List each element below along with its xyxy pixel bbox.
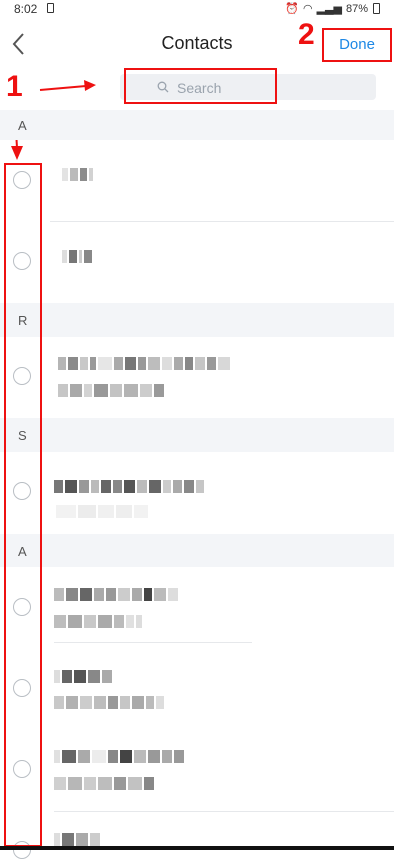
contact-name [54,588,180,601]
contact-detail [54,615,144,628]
contact-name [62,168,95,181]
contact-name [58,357,232,370]
contact-name [54,670,114,683]
status-time: 8:02 [14,2,38,16]
done-button[interactable]: Done [322,28,392,62]
annotation-number-2: 2 [298,18,315,51]
contact-name [62,250,94,263]
bottom-edge [0,846,394,850]
annotation-number-1: 1 [6,70,23,103]
wifi-icon: ◠ [302,3,313,15]
contact-name [54,833,102,846]
battery-icon [373,3,380,14]
contact-detail [54,696,166,709]
status-bar: 8:02 ⏰ ◠ ▂▃▅ 87% [0,0,394,20]
row-divider [54,642,252,643]
section-header: A [0,534,394,567]
status-indicators: ⏰ ◠ ▂▃▅ 87% [285,2,368,16]
alarm-icon: ⏰ [285,3,299,15]
contact-detail [58,384,166,397]
selection-highlight-box [4,163,42,847]
lock-status-icon [47,3,54,13]
section-header: R [0,303,394,337]
contact-name [54,750,186,763]
section-header: A [0,110,394,140]
section-header: S [0,418,394,452]
contact-detail [56,505,150,518]
signal-icon: ▂▃▅ [316,3,342,15]
contact-name [54,480,206,493]
row-divider [50,221,394,222]
search-input[interactable] [124,68,277,104]
contact-detail [54,777,156,790]
battery-percent: 87% [345,2,368,15]
section-letter: A [18,118,27,133]
row-divider [54,811,394,812]
